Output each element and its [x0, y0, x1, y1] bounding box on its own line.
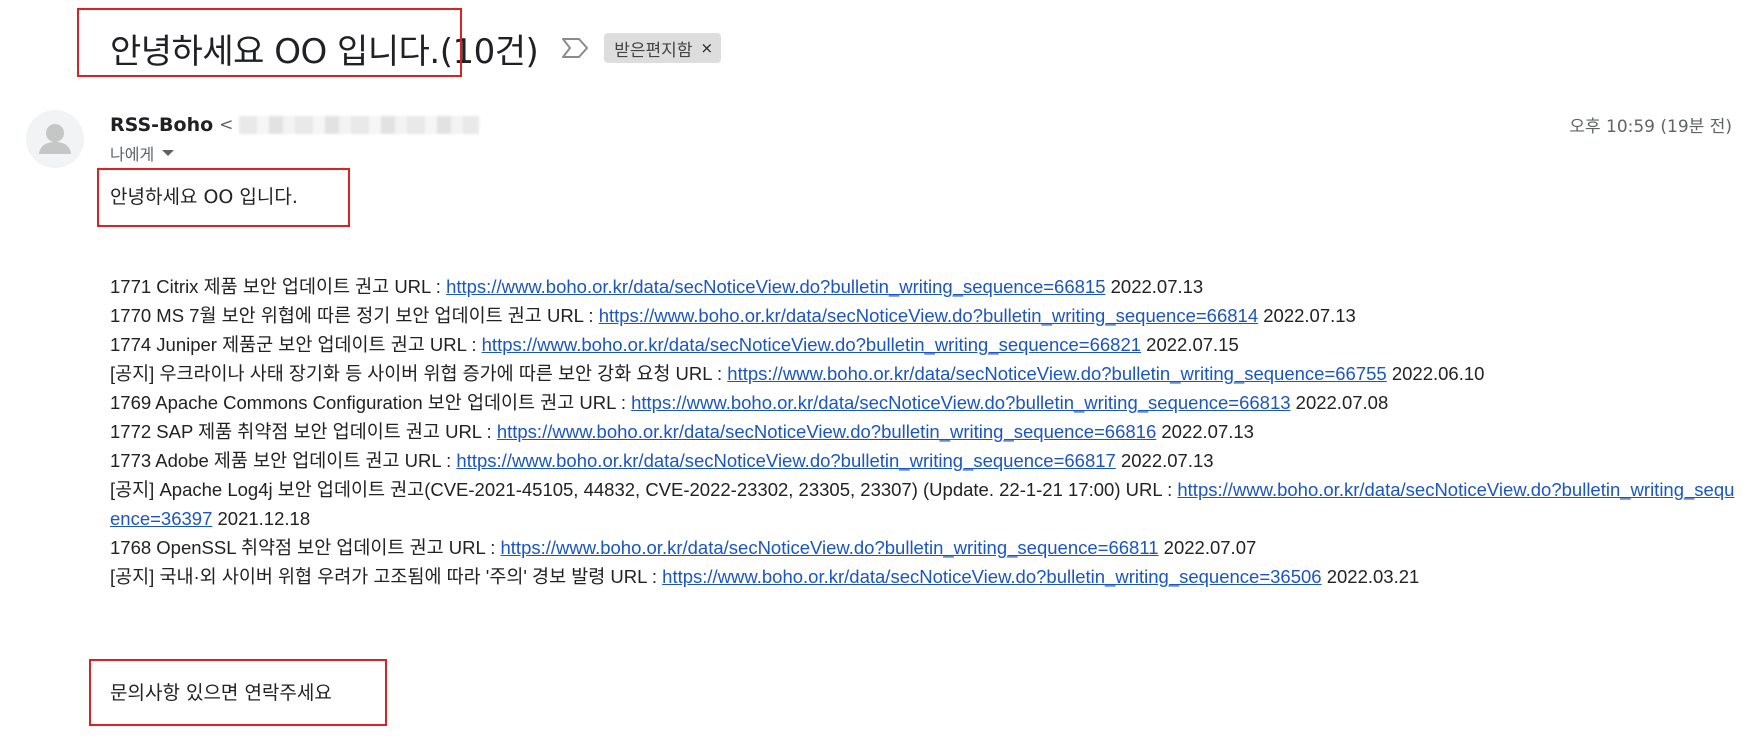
- list-item: [공지] Apache Log4j 보안 업데이트 권고(CVE-2021-45…: [110, 475, 1736, 533]
- notice-title: 1771 Citrix 제품 보안 업데이트 권고 URL :: [110, 276, 447, 297]
- notice-date: 2021.12.18: [212, 508, 311, 529]
- list-item: 1772 SAP 제품 취약점 보안 업데이트 권고 URL : https:/…: [110, 417, 1736, 446]
- sender-email-redacted: [239, 116, 480, 134]
- label-chip-text: 받은편지함: [614, 40, 693, 61]
- sender-email-prefix: <: [219, 115, 234, 135]
- notice-title: 1770 MS 7월 보안 위협에 따른 정기 보안 업데이트 권고 URL :: [110, 305, 599, 326]
- email-view: 안녕하세요 OO 입니다. (10건) 받은편지함 × RSS-Boho < 나…: [0, 0, 1746, 746]
- notice-link[interactable]: https://www.boho.or.kr/data/secNoticeVie…: [662, 566, 1321, 587]
- list-item: [공지] 우크라이나 사태 장기화 등 사이버 위협 증가에 따른 보안 강화 …: [110, 359, 1736, 388]
- notice-date: 2022.06.10: [1386, 363, 1485, 384]
- list-item: [공지] 국내·외 사이버 위협 우려가 고조됨에 따라 '주의' 경보 발령 …: [110, 562, 1736, 591]
- sender-row: RSS-Boho <: [110, 112, 480, 138]
- notice-date: 2022.07.13: [1156, 421, 1254, 442]
- notice-title: 1774 Juniper 제품군 보안 업데이트 권고 URL :: [110, 334, 482, 355]
- notice-title: [공지] Apache Log4j 보안 업데이트 권고(CVE-2021-45…: [110, 479, 1178, 500]
- notice-date: 2022.07.13: [1105, 276, 1204, 297]
- chevron-down-icon[interactable]: [162, 150, 175, 156]
- notice-title: 1772 SAP 제품 취약점 보안 업데이트 권고 URL :: [110, 421, 497, 442]
- email-header: 안녕하세요 OO 입니다. (10건) 받은편지함 ×: [110, 20, 722, 76]
- notice-link[interactable]: https://www.boho.or.kr/data/secNoticeVie…: [456, 450, 1115, 471]
- notice-date: 2022.07.07: [1158, 537, 1257, 558]
- notice-link[interactable]: https://www.boho.or.kr/data/secNoticeVie…: [631, 392, 1290, 413]
- list-item: 1771 Citrix 제품 보안 업데이트 권고 URL : https://…: [110, 272, 1736, 301]
- remove-label-icon[interactable]: ×: [700, 39, 713, 57]
- notice-link[interactable]: https://www.boho.or.kr/data/secNoticeVie…: [727, 363, 1386, 384]
- notice-title: [공지] 우크라이나 사태 장기화 등 사이버 위협 증가에 따른 보안 강화 …: [110, 363, 728, 384]
- notice-date: 2022.03.21: [1321, 566, 1420, 587]
- thread-count: (10건): [439, 31, 539, 72]
- notice-title: 1768 OpenSSL 취약점 보안 업데이트 권고 URL :: [110, 537, 501, 558]
- list-item: 1774 Juniper 제품군 보안 업데이트 권고 URL : https:…: [110, 330, 1736, 359]
- list-item: 1768 OpenSSL 취약점 보안 업데이트 권고 URL : https:…: [110, 533, 1736, 562]
- notice-link[interactable]: https://www.boho.or.kr/data/secNoticeVie…: [497, 421, 1156, 442]
- person-avatar-icon[interactable]: [26, 110, 84, 168]
- email-timestamp: 오후 10:59 (19분 전): [1569, 117, 1732, 137]
- notice-title: 1769 Apache Commons Configuration 보안 업데이…: [110, 392, 632, 413]
- list-item: 1770 MS 7월 보안 위협에 따른 정기 보안 업데이트 권고 URL :…: [110, 301, 1736, 330]
- email-subject: 안녕하세요 OO 입니다.: [110, 31, 440, 72]
- notice-link[interactable]: https://www.boho.or.kr/data/secNoticeVie…: [599, 305, 1258, 326]
- notice-link[interactable]: https://www.boho.or.kr/data/secNoticeVie…: [482, 334, 1141, 355]
- notice-list: 1771 Citrix 제품 보안 업데이트 권고 URL : https://…: [110, 272, 1736, 591]
- notice-date: 2022.07.13: [1258, 305, 1356, 326]
- list-item: 1769 Apache Commons Configuration 보안 업데이…: [110, 388, 1736, 417]
- notice-link[interactable]: https://www.boho.or.kr/data/secNoticeVie…: [501, 537, 1159, 558]
- email-closing: 문의사항 있으면 연락주세요: [110, 682, 332, 704]
- recipient-label: 나에게: [110, 145, 155, 164]
- notice-date: 2022.07.13: [1115, 450, 1214, 471]
- notice-link[interactable]: https://www.boho.or.kr/data/secNoticeVie…: [446, 276, 1105, 297]
- notice-date: 2022.07.15: [1141, 334, 1239, 355]
- notice-title: 1773 Adobe 제품 보안 업데이트 권고 URL :: [110, 450, 457, 471]
- notice-title: [공지] 국내·외 사이버 위협 우려가 고조됨에 따라 '주의' 경보 발령 …: [110, 566, 663, 587]
- list-item: 1773 Adobe 제품 보안 업데이트 권고 URL : https://w…: [110, 446, 1736, 475]
- inbox-label-chip[interactable]: 받은편지함 ×: [604, 33, 722, 63]
- email-greeting: 안녕하세요 OO 입니다.: [110, 186, 298, 208]
- recipient-details-toggle[interactable]: 나에게: [110, 141, 175, 165]
- important-marker-icon[interactable]: [560, 35, 590, 61]
- sender-name[interactable]: RSS-Boho: [110, 114, 213, 136]
- notice-date: 2022.07.08: [1290, 392, 1389, 413]
